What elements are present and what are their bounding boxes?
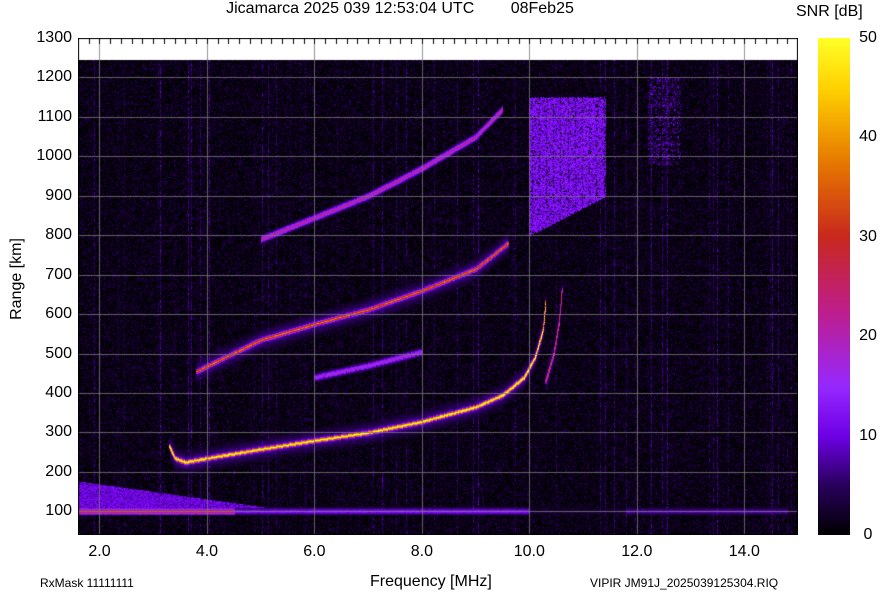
y-tick-label: 1300 — [36, 29, 72, 46]
chart-title: Jicamarca 2025 039 12:53:04 UTC 08Feb25 — [0, 0, 800, 18]
x-tick-label: 14.0 — [728, 543, 760, 560]
x-tick-label: 2.0 — [88, 543, 111, 560]
y-tick-label: 1100 — [37, 107, 72, 125]
y-tick-label: 600 — [45, 305, 72, 323]
colorbar-label: SNR [dB] — [796, 3, 863, 20]
file-label: VIPIR JM91J_2025039125304.RIQ — [590, 576, 779, 590]
y-tick-label: 300 — [45, 423, 72, 441]
x-tick-label: 8.0 — [410, 543, 433, 560]
colorbar-tick-label: 20 — [859, 327, 877, 345]
y-tick-label: 100 — [45, 502, 72, 520]
colorbar-tick-label: 40 — [859, 128, 877, 146]
title-text: Jicamarca 2025 039 12:53:04 UTC — [226, 0, 475, 17]
x-tick-label: 10.0 — [513, 543, 545, 560]
ionogram-heatmap — [78, 38, 798, 535]
date-label: 08Feb25 — [510, 0, 574, 17]
colorbar — [818, 38, 850, 535]
y-tick-label: 200 — [45, 462, 72, 480]
y-tick-label: 900 — [45, 186, 72, 204]
y-tick-label: 800 — [45, 226, 72, 244]
rxmask-label: RxMask 11111111 — [40, 576, 134, 590]
y-tick-label: 700 — [45, 265, 72, 283]
x-tick-label: 6.0 — [303, 543, 326, 560]
y-tick-label: 1200 — [36, 68, 72, 86]
y-tick-label: 500 — [45, 344, 72, 362]
colorbar-tick-label: 30 — [859, 227, 877, 245]
y-tick-label: 1000 — [36, 147, 72, 165]
colorbar-tick-label: 10 — [859, 426, 877, 444]
y-tick-label: 400 — [45, 384, 72, 401]
colorbar-tick-label: 0 — [863, 526, 873, 543]
x-axis-label: Frequency [MHz] — [370, 573, 492, 590]
colorbar-tick-label: 50 — [859, 29, 877, 46]
x-tick-label: 12.0 — [621, 543, 653, 560]
x-tick-label: 4.0 — [195, 543, 219, 560]
y-axis-label: Range [km] — [7, 238, 25, 320]
